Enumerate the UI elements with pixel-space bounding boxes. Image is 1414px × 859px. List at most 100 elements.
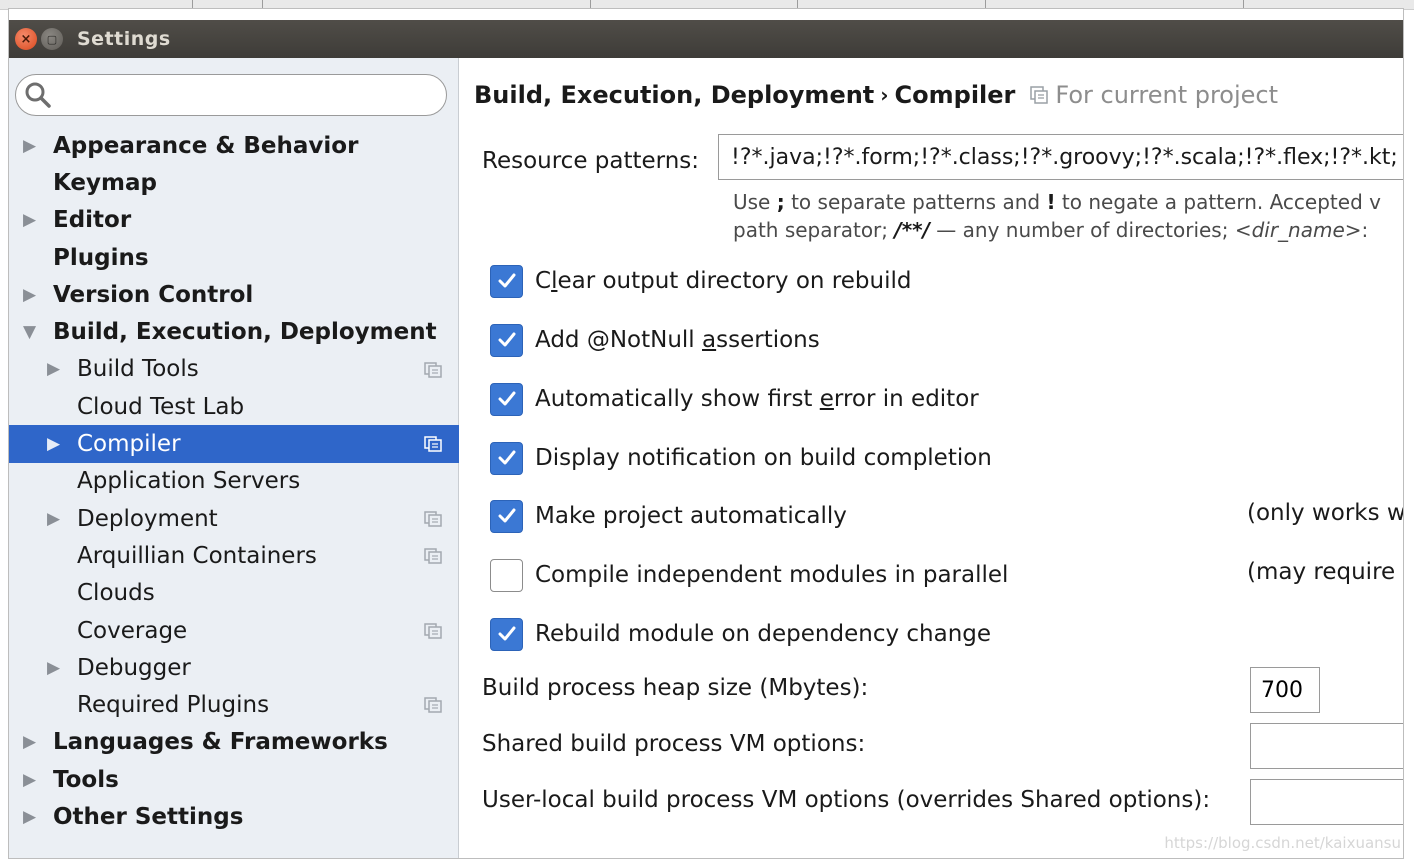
collapsed-arrow-icon[interactable]: ▶ <box>23 732 53 752</box>
tree-item-debugger[interactable]: ▶ Debugger <box>9 649 459 686</box>
collapsed-arrow-icon[interactable]: ▶ <box>47 359 77 379</box>
tree-item-label: Debugger <box>77 654 191 681</box>
tree-item-label: Build, Execution, Deployment <box>53 319 437 346</box>
project-level-icon <box>424 436 442 453</box>
option-row[interactable]: Automatically show first error in editor <box>490 381 979 417</box>
tree-item-build-execution-deployment[interactable]: ▼ Build, Execution, Deployment <box>9 313 459 350</box>
scope-label: For current project <box>1055 81 1279 109</box>
tree-item-label: Clouds <box>77 580 155 607</box>
minimize-icon: ▢ <box>46 32 58 46</box>
tree-item-label: Deployment <box>77 505 218 532</box>
resource-patterns-input[interactable] <box>718 134 1403 180</box>
option-label: Add @NotNull assertions <box>535 327 820 353</box>
tree-item-build-tools[interactable]: ▶ Build Tools <box>9 351 459 388</box>
tree-item-label: Cloud Test Lab <box>77 393 245 420</box>
settings-window: × ▢ Settings ▶ Appearance & Behavior Keyma… <box>8 8 1404 859</box>
heap-size-input[interactable] <box>1250 667 1320 713</box>
option-label: Display notification on build completion <box>535 445 992 471</box>
option-row[interactable]: Display notification on build completion <box>490 440 992 476</box>
tree-item-plugins[interactable]: Plugins <box>9 239 459 276</box>
tree-item-label: Editor <box>53 207 132 234</box>
collapsed-arrow-icon[interactable]: ▶ <box>23 807 53 827</box>
tree-item-cloud-test-lab[interactable]: Cloud Test Lab <box>9 388 459 425</box>
tree-item-label: Application Servers <box>77 468 301 495</box>
search-box[interactable] <box>15 74 447 116</box>
expanded-arrow-icon[interactable]: ▼ <box>23 322 53 342</box>
tree-item-application-servers[interactable]: Application Servers <box>9 463 459 500</box>
project-level-icon <box>424 548 442 565</box>
collapsed-arrow-icon[interactable]: ▶ <box>23 285 53 305</box>
tree-item-label: Version Control <box>53 281 254 308</box>
search-input[interactable] <box>60 81 440 109</box>
tree-item-version-control[interactable]: ▶ Version Control <box>9 276 459 313</box>
checked-checkbox[interactable] <box>490 323 523 357</box>
unchecked-checkbox[interactable] <box>490 558 523 592</box>
collapsed-arrow-icon[interactable]: ▶ <box>47 509 77 529</box>
hint-line-2: path separator; /**/ — any number of dir… <box>733 218 1369 242</box>
tree-item-required-plugins[interactable]: Required Plugins <box>9 686 459 723</box>
tree-item-other-settings[interactable]: ▶ Other Settings <box>9 798 459 835</box>
user-vm-options-label: User-local build process VM options (ove… <box>482 787 1211 813</box>
option-row[interactable]: Make project automatically <box>490 498 847 534</box>
tree-item-label: Coverage <box>77 617 188 644</box>
checked-checkbox[interactable] <box>490 441 523 475</box>
option-label: Make project automatically <box>535 503 847 529</box>
title-bar: × ▢ Settings <box>9 20 1403 58</box>
collapsed-arrow-icon[interactable]: ▶ <box>23 210 53 230</box>
checked-checkbox[interactable] <box>490 617 523 651</box>
breadcrumb-current: Compiler <box>894 81 1016 109</box>
user-vm-options-input[interactable] <box>1250 779 1403 825</box>
collapsed-arrow-icon[interactable]: ▶ <box>47 658 77 678</box>
checkmark-icon <box>498 626 515 641</box>
tree-item-label: Compiler <box>77 431 181 458</box>
checked-checkbox[interactable] <box>490 382 523 416</box>
option-row[interactable]: Rebuild module on dependency change <box>490 616 991 652</box>
project-level-icon <box>424 697 442 714</box>
breadcrumb-separator: › <box>880 83 889 107</box>
option-row[interactable]: Add @NotNull assertions <box>490 322 820 358</box>
option-label: Automatically show first error in editor <box>535 386 979 412</box>
settings-sidebar: ▶ Appearance & Behavior Keymap ▶ Editor Plugi… <box>9 58 459 858</box>
tree-item-label: Keymap <box>53 169 157 196</box>
breadcrumb: Build, Execution, Deployment › Compiler … <box>474 78 1278 112</box>
collapsed-arrow-icon[interactable]: ▶ <box>47 434 77 454</box>
tree-item-compiler[interactable]: ▶ Compiler <box>9 425 459 463</box>
checkmark-icon <box>498 273 515 288</box>
project-level-icon <box>424 511 442 527</box>
project-scope-icon <box>1030 86 1049 104</box>
option-note: (may require <box>1247 559 1396 585</box>
option-row[interactable]: Compile independent modules in parallel <box>490 557 1008 593</box>
option-label: Clear output directory on rebuild <box>535 268 912 294</box>
tree-item-editor[interactable]: ▶ Editor <box>9 202 459 239</box>
tree-item-tools[interactable]: ▶ Tools <box>9 761 459 798</box>
tree-item-label: Appearance & Behavior <box>53 132 359 159</box>
tree-item-clouds[interactable]: Clouds <box>9 575 459 612</box>
tree-item-label: Required Plugins <box>77 692 270 719</box>
tree-item-label: Languages & Frameworks <box>53 729 388 756</box>
breadcrumb-parent: Build, Execution, Deployment <box>474 81 875 109</box>
checked-checkbox[interactable] <box>490 264 523 298</box>
collapsed-arrow-icon[interactable]: ▶ <box>23 136 53 156</box>
checkmark-icon <box>498 450 515 465</box>
option-row[interactable]: Clear output directory on rebuild <box>490 263 911 299</box>
window-title: Settings <box>77 28 171 50</box>
close-window-button[interactable]: × <box>15 28 37 50</box>
tree-item-arquillian-containers[interactable]: Arquillian Containers <box>9 537 459 574</box>
heap-size-label: Build process heap size (Mbytes): <box>482 675 869 701</box>
minimize-window-button[interactable]: ▢ <box>41 28 63 50</box>
tree-item-appearance-behavior[interactable]: ▶ Appearance & Behavior <box>9 127 459 164</box>
tree-item-keymap[interactable]: Keymap <box>9 164 459 201</box>
shared-vm-options-input[interactable] <box>1250 723 1403 769</box>
hint-line-1: Use ; to separate patterns and ! to nega… <box>733 190 1381 214</box>
tree-item-label: Arquillian Containers <box>77 542 317 569</box>
tree-item-label: Plugins <box>53 244 149 271</box>
collapsed-arrow-icon[interactable]: ▶ <box>23 770 53 790</box>
tree-item-coverage[interactable]: Coverage <box>9 612 459 649</box>
tree-item-label: Tools <box>53 766 119 793</box>
checked-checkbox[interactable] <box>490 499 523 533</box>
checkmark-icon <box>498 391 515 406</box>
tree-item-deployment[interactable]: ▶ Deployment <box>9 500 459 537</box>
tree-item-label: Other Settings <box>53 803 244 830</box>
option-note: (only works w <box>1247 500 1404 526</box>
tree-item-languages-frameworks[interactable]: ▶ Languages & Frameworks <box>9 724 459 761</box>
